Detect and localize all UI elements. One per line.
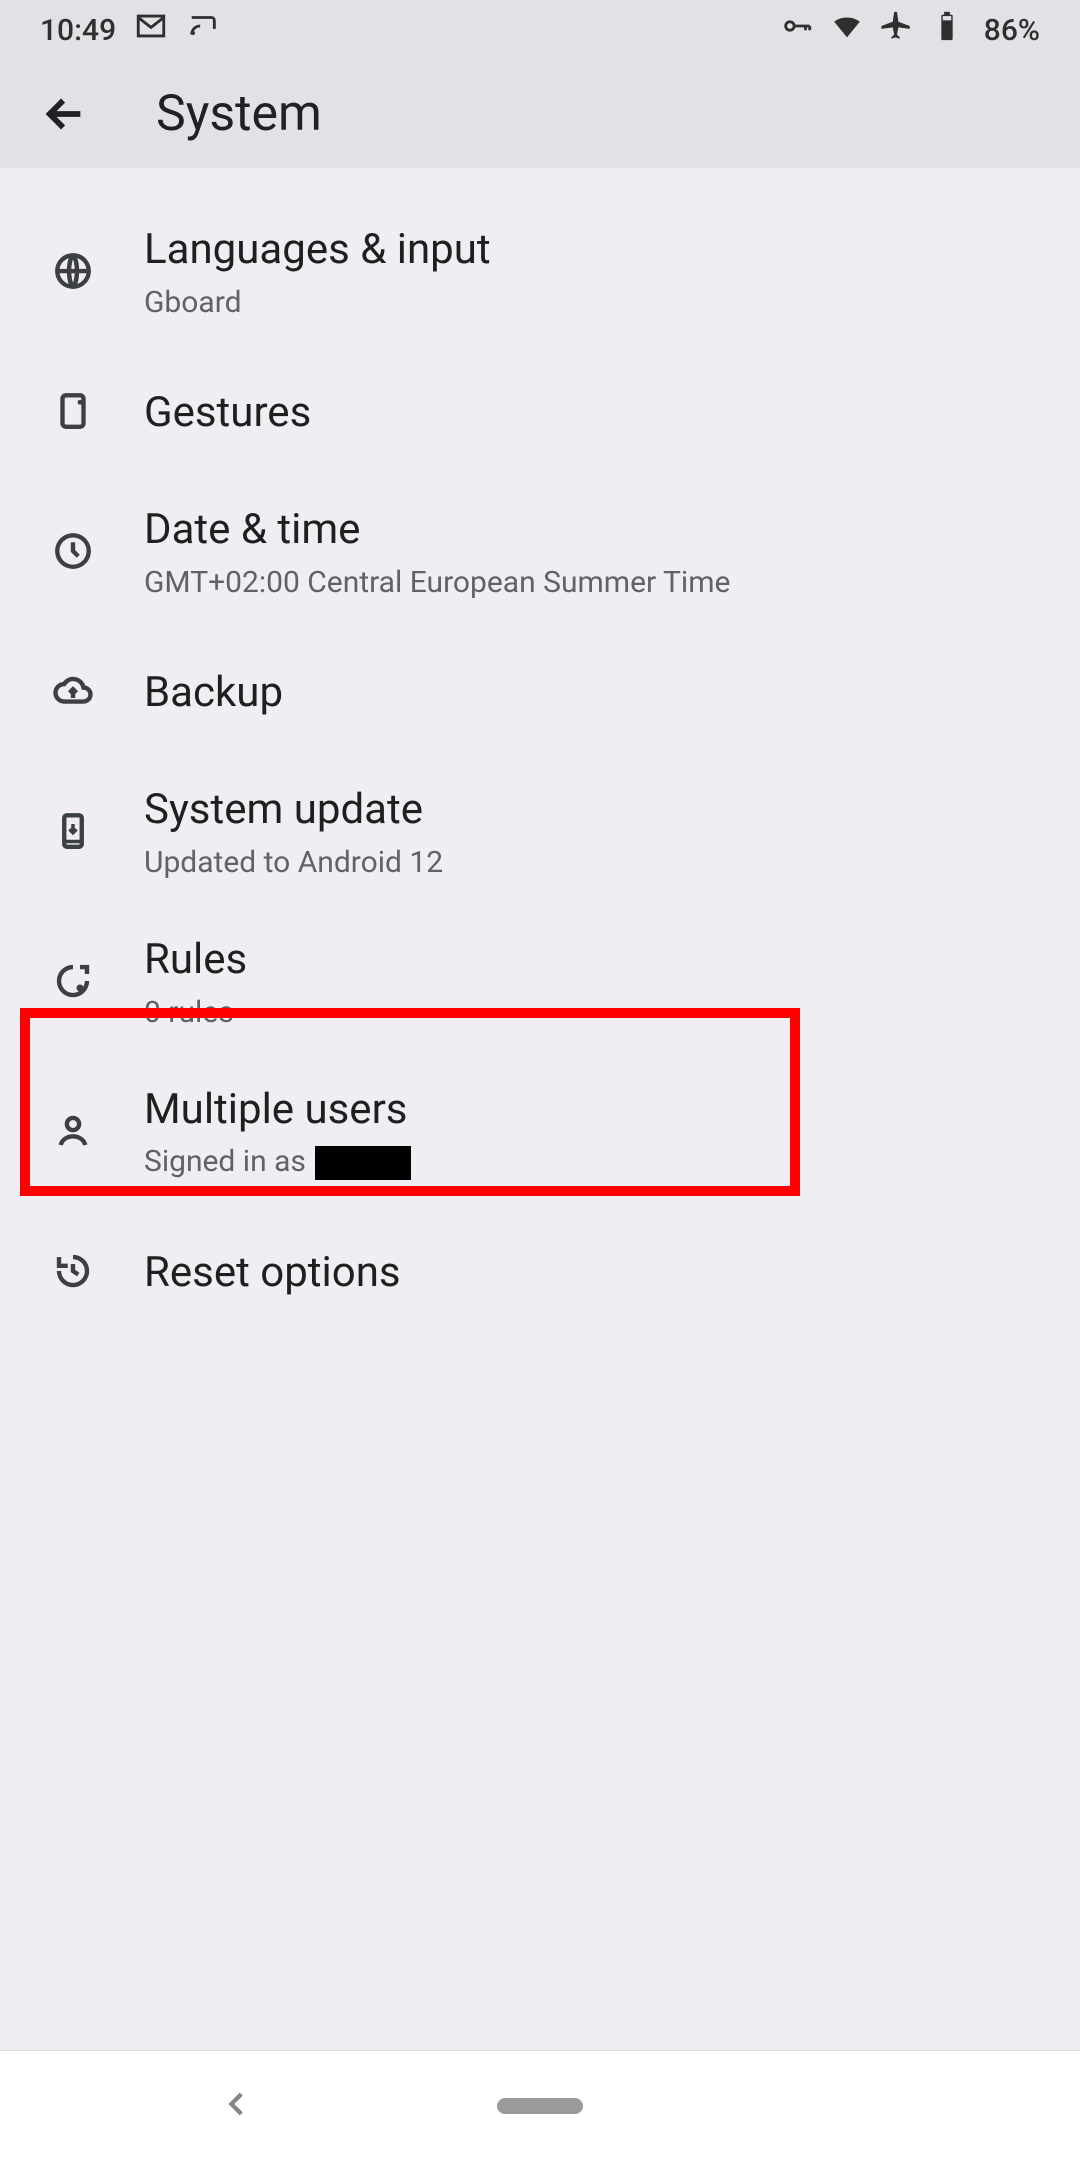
row-subtitle: 0 rules <box>144 995 1050 1030</box>
status-time: 10:49 <box>40 13 116 48</box>
row-title: Backup <box>144 669 1050 717</box>
nav-back-button[interactable] <box>220 2087 254 2125</box>
vpn-key-icon <box>780 9 814 51</box>
cast-icon <box>186 9 220 51</box>
nav-home-pill[interactable] <box>497 2098 583 2114</box>
row-subtitle: Updated to Android 12 <box>144 845 1050 880</box>
navigation-bar <box>0 2050 1080 2160</box>
row-gestures[interactable]: Gestures <box>0 348 1080 478</box>
row-rules[interactable]: Rules 0 rules <box>0 908 1080 1058</box>
rules-icon <box>52 960 94 1006</box>
page-title: System <box>156 85 322 143</box>
row-reset-options[interactable]: Reset options <box>0 1208 1080 1338</box>
settings-list: Languages & input Gboard Gestures Date &… <box>0 168 1080 1338</box>
redacted-username <box>315 1146 411 1180</box>
person-icon <box>52 1110 94 1156</box>
clock-icon <box>52 530 94 576</box>
row-multiple-users[interactable]: Multiple users Signed in as <box>0 1058 1080 1208</box>
row-languages-input[interactable]: Languages & input Gboard <box>0 198 1080 348</box>
row-title: Reset options <box>144 1249 1050 1297</box>
row-subtitle: Gboard <box>144 285 1050 320</box>
row-title: Languages & input <box>144 226 1050 274</box>
battery-percentage: 86% <box>984 13 1040 48</box>
cloud-upload-icon <box>52 670 94 716</box>
app-bar: System <box>0 60 1080 168</box>
row-title: Date & time <box>144 506 1050 554</box>
row-subtitle: GMT+02:00 Central European Summer Time <box>144 565 1050 600</box>
row-title: System update <box>144 786 1050 834</box>
status-bar: 10:49 86% <box>0 0 1080 60</box>
row-date-time[interactable]: Date & time GMT+02:00 Central European S… <box>0 478 1080 628</box>
gestures-icon <box>52 390 94 436</box>
airplane-icon <box>880 9 914 51</box>
history-icon <box>52 1250 94 1296</box>
gmail-icon <box>134 9 168 51</box>
battery-icon <box>930 9 964 51</box>
row-system-update[interactable]: System update Updated to Android 12 <box>0 758 1080 908</box>
row-backup[interactable]: Backup <box>0 628 1080 758</box>
row-title: Rules <box>144 936 1050 984</box>
row-title: Multiple users <box>144 1086 1050 1134</box>
globe-icon <box>52 250 94 296</box>
wifi-icon <box>830 9 864 51</box>
row-subtitle: Signed in as <box>144 1144 1050 1180</box>
system-update-icon <box>52 810 94 856</box>
back-button[interactable] <box>40 89 90 139</box>
row-title: Gestures <box>144 389 1050 437</box>
